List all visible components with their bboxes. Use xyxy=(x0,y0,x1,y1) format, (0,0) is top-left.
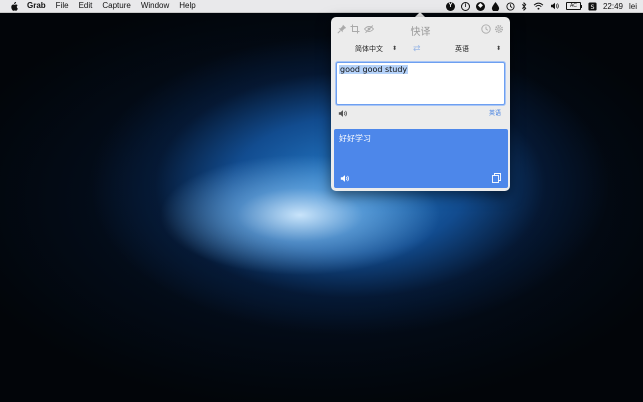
translator-app-icon: Y xyxy=(445,1,455,11)
wifi-status-item[interactable] xyxy=(533,2,544,10)
translator-status-item[interactable]: Y xyxy=(445,1,455,11)
bluetooth-icon xyxy=(521,1,527,11)
droplet-status-item[interactable] xyxy=(491,1,500,11)
dropbox-icon: ◆ xyxy=(475,1,485,11)
menu-file[interactable]: File xyxy=(56,0,69,12)
input-source-status-item[interactable]: S xyxy=(588,1,597,11)
translation-result-text: 好好学习 xyxy=(339,134,371,143)
menu-app-name[interactable]: Grab xyxy=(27,0,46,12)
battery-status-item[interactable]: AC xyxy=(565,2,582,10)
history-clock-icon[interactable] xyxy=(481,24,491,34)
target-language-label: 英语 xyxy=(455,45,469,53)
source-text-input[interactable]: good good study xyxy=(336,62,505,105)
target-select-chevron-icon: ⬍ xyxy=(496,45,502,52)
apple-menu[interactable] xyxy=(9,1,19,11)
target-language-select[interactable]: 英语 ⬍ xyxy=(455,44,501,54)
swap-languages-button[interactable]: ⇄ xyxy=(413,44,421,54)
menubar-clock[interactable]: 22:49 xyxy=(603,2,623,11)
svg-text:S: S xyxy=(590,3,594,10)
info-icon: i xyxy=(460,1,470,11)
status-area: Y i ◆ AC S 22:49 lei xyxy=(440,0,637,12)
time-machine-status-item[interactable] xyxy=(506,1,515,11)
battery-tip xyxy=(580,4,582,8)
input-actions-row: 英语 xyxy=(331,107,510,119)
source-select-chevron-icon: ⬍ xyxy=(392,45,398,52)
volume-icon xyxy=(550,2,559,10)
dropbox-status-item[interactable]: ◆ xyxy=(475,1,485,11)
detected-language-link[interactable]: 英语 xyxy=(489,108,501,117)
info-status-item[interactable]: i xyxy=(460,1,470,11)
volume-status-item[interactable] xyxy=(550,2,560,10)
menu-bar: Grab File Edit Capture Window Help Y i ◆ xyxy=(0,0,643,13)
popover-toolbar: 快译 xyxy=(331,17,510,41)
settings-gear-icon[interactable] xyxy=(494,24,504,34)
wifi-icon xyxy=(533,2,544,10)
copy-result-icon[interactable] xyxy=(492,173,501,183)
source-text-selected: good good study xyxy=(339,65,409,74)
apple-icon xyxy=(11,1,18,11)
droplet-icon xyxy=(491,1,500,11)
menu-capture[interactable]: Capture xyxy=(102,0,130,12)
input-source-icon: S xyxy=(588,1,597,10)
speak-result-icon[interactable] xyxy=(340,174,350,183)
source-language-select[interactable]: 简体中文 ⬍ xyxy=(355,44,397,54)
menu-edit[interactable]: Edit xyxy=(79,0,93,12)
menu-help[interactable]: Help xyxy=(179,0,195,12)
source-language-label: 简体中文 xyxy=(355,45,383,53)
translation-output: 好好学习 xyxy=(334,129,508,188)
bluetooth-status-item[interactable] xyxy=(521,1,527,11)
language-bar: 简体中文 ⬍ ⇄ 英语 ⬍ xyxy=(331,43,510,57)
battery-label: AC xyxy=(569,3,577,9)
battery-icon: AC xyxy=(565,2,581,10)
speak-source-icon[interactable] xyxy=(338,109,348,118)
translator-popover: 快译 简体中文 ⬍ ⇄ 英语 ⬍ good good study 英语 好好学习 xyxy=(331,17,510,191)
menu-window[interactable]: Window xyxy=(141,0,169,12)
time-machine-icon xyxy=(506,1,515,11)
menubar-user[interactable]: lei xyxy=(629,2,637,11)
